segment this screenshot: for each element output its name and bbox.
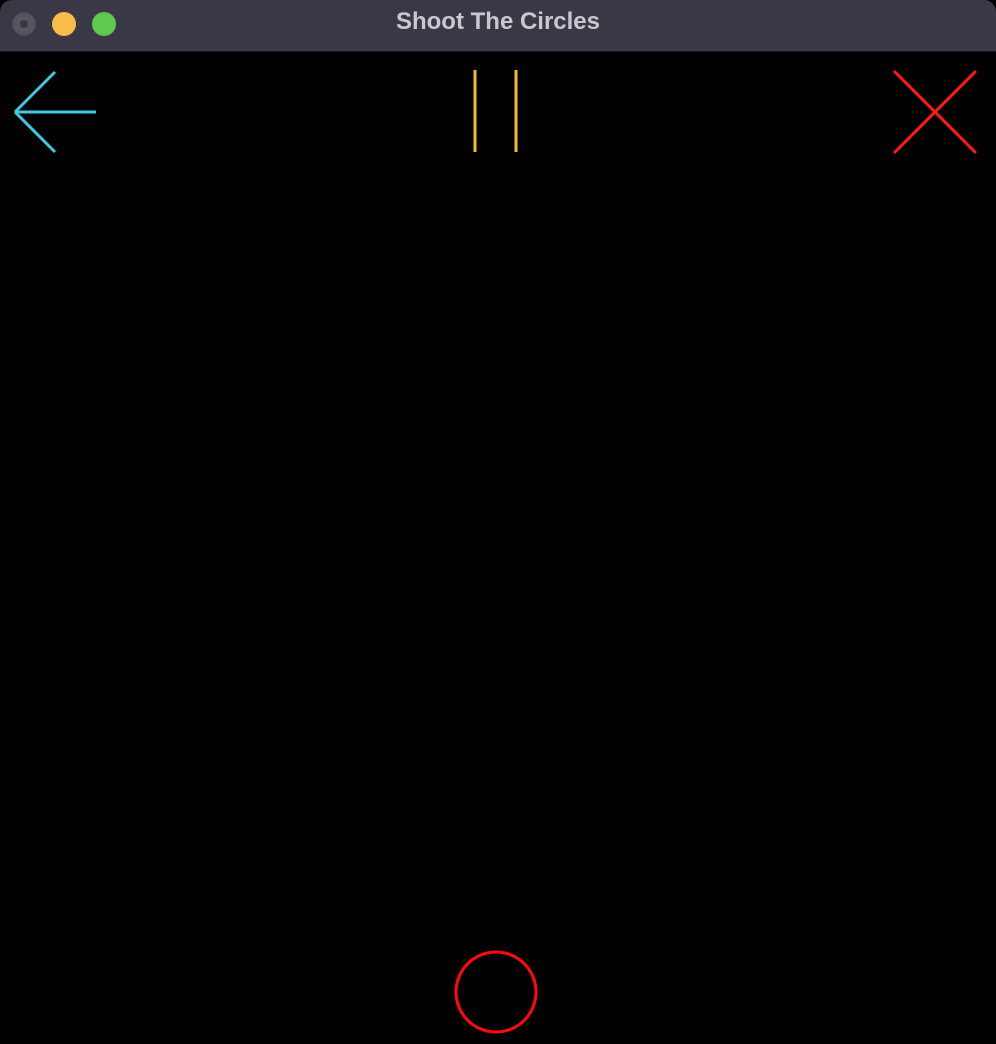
x-close-icon — [892, 70, 978, 155]
circle-target-icon — [454, 950, 538, 1034]
pause-icon — [473, 70, 518, 152]
back-button[interactable] — [10, 70, 100, 156]
minimize-window-icon[interactable] — [52, 12, 76, 36]
game-canvas[interactable] — [0, 52, 996, 1044]
window-title: Shoot The Circles — [395, 8, 601, 35]
app-window: Shoot The Circles — [0, 0, 996, 1044]
pause-button[interactable] — [466, 70, 526, 154]
close-window-icon[interactable] — [12, 12, 36, 36]
zoom-window-icon[interactable] — [92, 12, 116, 36]
left-arrow-icon — [13, 70, 96, 154]
target-circle[interactable] — [452, 948, 542, 1038]
title-bar[interactable]: Shoot The Circles — [0, 0, 996, 52]
exit-button[interactable] — [890, 70, 980, 156]
